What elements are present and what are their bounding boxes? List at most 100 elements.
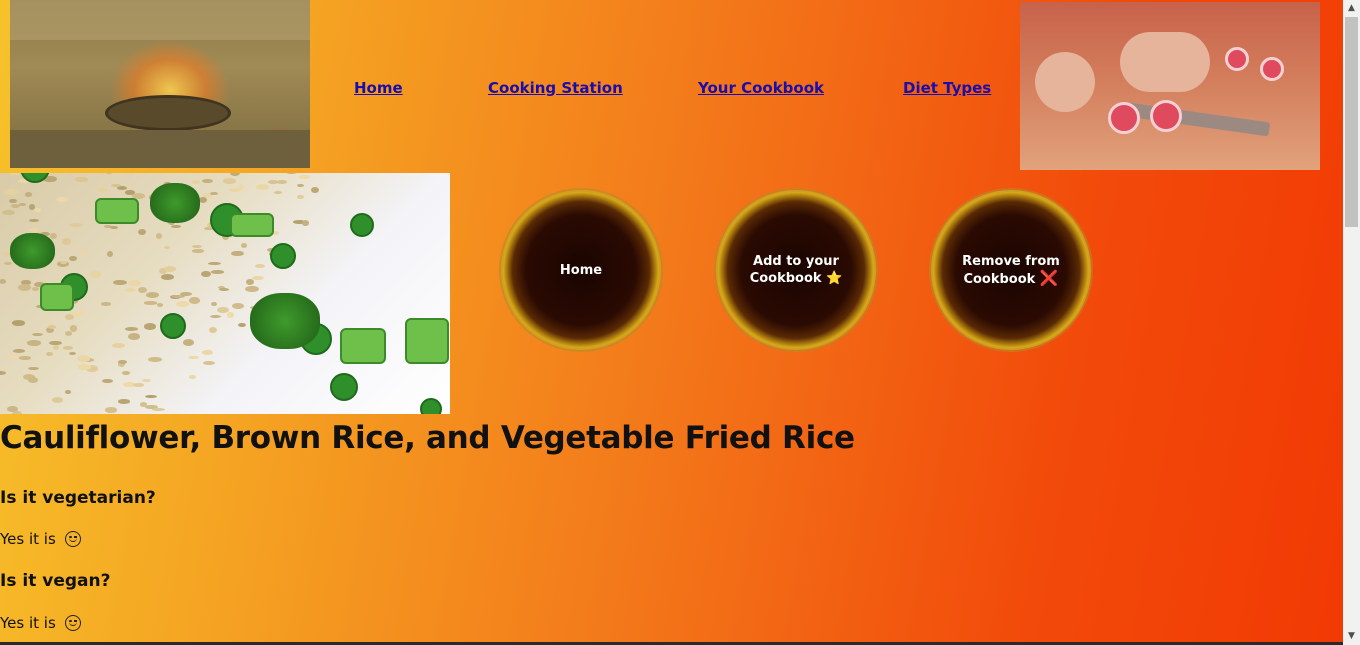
rice-grain (208, 262, 221, 266)
scroll-down-arrow-icon[interactable]: ▼ (1343, 628, 1360, 645)
rice-grain (117, 359, 128, 364)
rice-grain (160, 274, 174, 280)
remove-from-cookbook-button[interactable]: Remove from Cookbook ❌ (931, 190, 1091, 350)
rice-grain (112, 279, 127, 286)
rice-grain (299, 174, 311, 179)
rice-grain (227, 311, 234, 318)
nav-link-cooking-station[interactable]: Cooking Station (488, 79, 623, 97)
rice-grain (28, 218, 39, 223)
rice-grain (163, 245, 170, 249)
rice-grain (105, 173, 114, 175)
broccoli (10, 233, 55, 269)
rice-grain (9, 198, 17, 204)
home-circle-label: Home (526, 262, 636, 279)
rice-grain (77, 354, 91, 362)
rice-grain (64, 389, 72, 394)
rice-grain (246, 279, 255, 286)
rice-grain (4, 262, 13, 266)
add-to-cookbook-button[interactable]: Add to your Cookbook ⭐ (716, 190, 876, 350)
rice-grain (117, 399, 131, 405)
rice-grain (141, 378, 152, 383)
rice-grain (189, 297, 200, 304)
rice-grain (0, 278, 7, 284)
rice-grain (33, 207, 42, 212)
rice-grain (252, 275, 265, 281)
pea (420, 398, 442, 414)
rice-grain (106, 250, 114, 258)
rice-grain (125, 288, 137, 292)
rice-grain (48, 325, 57, 329)
rice-grain (125, 327, 139, 332)
nav-link-your-cookbook[interactable]: Your Cookbook (698, 79, 824, 97)
rice-grain (145, 395, 157, 399)
question-vegetarian: Is it vegetarian? (0, 488, 156, 508)
rice-grain (230, 173, 240, 176)
rice-grain (192, 249, 204, 253)
rice-grain (28, 367, 40, 371)
rice-grain (210, 301, 217, 306)
recipe-title: Cauliflower, Brown Rice, and Vegetable F… (0, 420, 855, 456)
smiley-wink-icon (64, 531, 81, 547)
rice-grain (152, 407, 166, 412)
rice-grain (144, 301, 158, 305)
rice-grain (4, 188, 18, 196)
rice-grain (69, 325, 78, 333)
rice-grain (137, 286, 148, 294)
rice-grain (111, 184, 121, 188)
rice-grain (78, 364, 91, 370)
rice-grain (46, 351, 53, 356)
home-button-text: Home (559, 262, 603, 278)
rice-grain (209, 314, 222, 319)
rice-grain (9, 173, 20, 175)
nav-link-diet-types[interactable]: Diet Types (903, 79, 991, 97)
radish-slice (1108, 102, 1140, 134)
rice-grain (189, 375, 196, 379)
rice-grain (240, 242, 248, 248)
header-image-chopping-radish (1020, 2, 1320, 170)
rice-grain (89, 271, 102, 278)
vertical-scrollbar[interactable]: ▲ ▼ (1343, 0, 1360, 645)
rice-grain (145, 292, 159, 298)
recipe-photo-fried-rice (0, 173, 450, 414)
rice-grain (192, 244, 203, 249)
rice-grain (55, 196, 68, 202)
remove-button-text-line1: Remove from (962, 253, 1060, 269)
scrollbar-thumb[interactable] (1345, 17, 1358, 227)
rice-grain (0, 371, 6, 375)
rice-grain (232, 302, 244, 310)
pea (330, 373, 358, 401)
rice-grain (27, 340, 42, 346)
scroll-up-arrow-icon[interactable]: ▲ (1343, 0, 1360, 17)
nav-link-home[interactable]: Home (354, 79, 403, 97)
rice-grain (211, 270, 225, 275)
pan (105, 95, 231, 131)
rice-grain (301, 220, 310, 226)
green-onion (405, 318, 449, 364)
pea (350, 213, 374, 237)
rice-grain (255, 183, 270, 191)
rice-grain (191, 180, 201, 184)
rice-grain (31, 333, 44, 337)
radish-slice (1150, 100, 1182, 132)
rice-grain (52, 397, 64, 404)
rice-grain (148, 356, 162, 363)
answer-vegetarian-text: Yes it is (0, 530, 56, 548)
remove-from-cookbook-label: Remove from Cookbook ❌ (956, 253, 1066, 288)
rice-grain (6, 355, 19, 359)
rice-grain (237, 183, 245, 191)
rice-grain (210, 191, 218, 196)
rice-grain (297, 195, 304, 200)
smiley-wink-icon (64, 615, 81, 631)
add-button-text-line2: Cookbook (749, 271, 822, 286)
radish (1225, 47, 1249, 71)
rice-grain (277, 180, 287, 184)
rice-grain (69, 223, 83, 228)
rice-grain (19, 356, 32, 360)
remove-button-text-line2: Cookbook (963, 271, 1036, 287)
answer-vegan-text: Yes it is (0, 614, 56, 632)
star-icon: ⭐ (826, 271, 843, 286)
rice-grain (28, 227, 40, 233)
home-circle-button[interactable]: Home (501, 190, 661, 350)
rice-grain (18, 202, 26, 207)
knife (1119, 101, 1271, 137)
